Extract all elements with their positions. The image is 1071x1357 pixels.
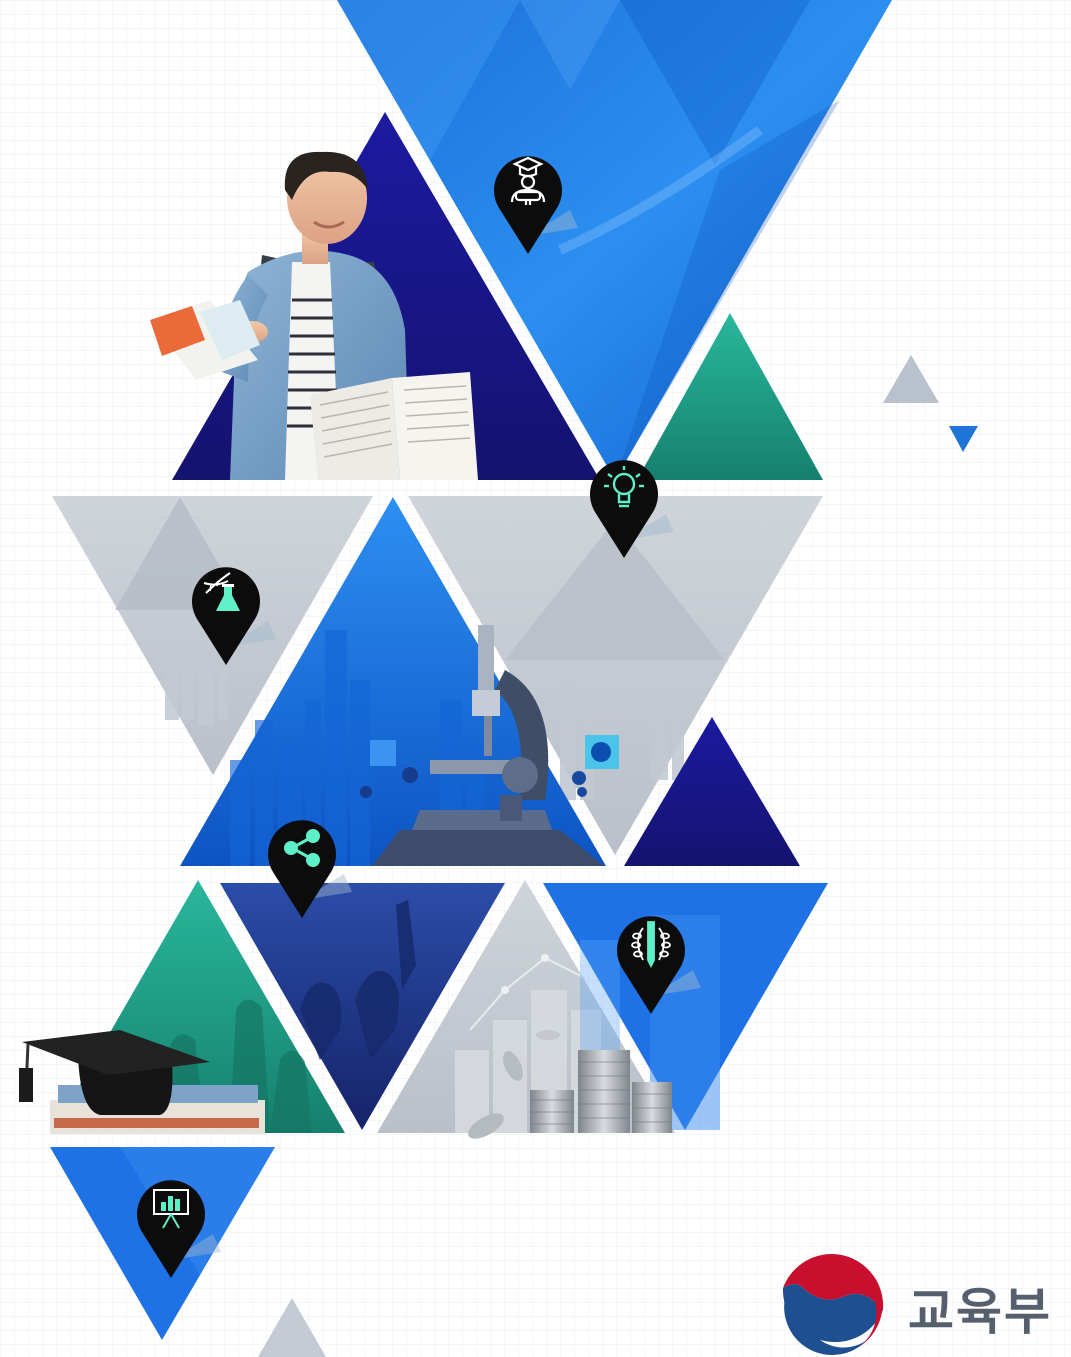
taegeuk-emblem	[782, 1253, 884, 1355]
triangle-mosaic	[0, 0, 1071, 1357]
cover-page: 교육부	[0, 0, 1071, 1357]
ministry-name: 교육부	[908, 1283, 1052, 1341]
